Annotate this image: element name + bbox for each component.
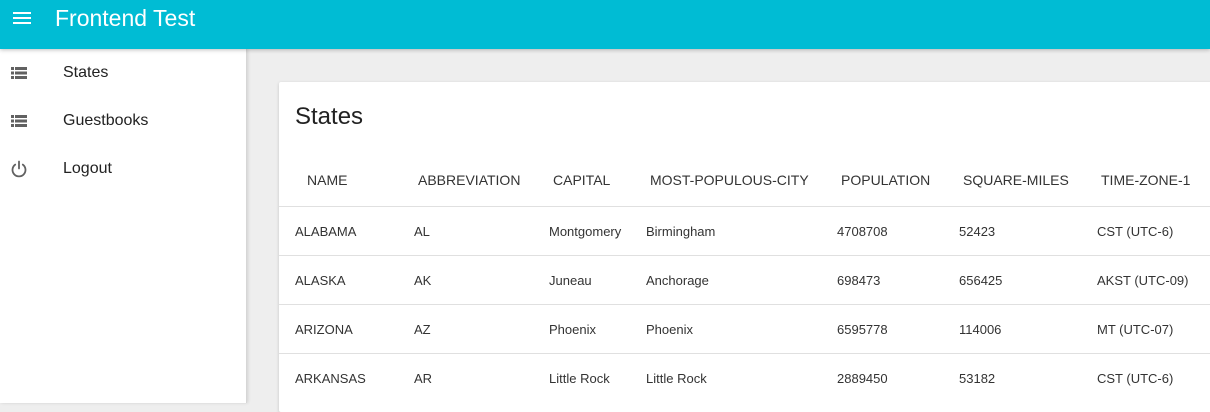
cell-capital: Phoenix <box>549 322 596 337</box>
cell-population: 4708708 <box>837 224 888 239</box>
cell-square-miles: 656425 <box>959 273 1003 288</box>
cell-name: ALABAMA <box>295 224 357 239</box>
cell-population: 698473 <box>837 273 881 288</box>
table-row[interactable]: ARKANSAS AR Little Rock Little Rock 2889… <box>279 353 1210 403</box>
cell-capital: Montgomery <box>549 224 622 239</box>
cell-most-populous-city: Phoenix <box>646 322 693 337</box>
cell-abbreviation: AL <box>414 224 430 239</box>
cell-most-populous-city: Little Rock <box>646 371 707 386</box>
cell-square-miles: 114006 <box>959 322 1002 337</box>
cell-name: ARKANSAS <box>295 371 366 386</box>
app-bar: Frontend Test <box>0 0 1210 49</box>
list-icon <box>11 67 27 79</box>
sidebar-item-label: States <box>63 64 109 81</box>
page-title: States <box>295 103 364 130</box>
column-header-name[interactable]: NAME <box>307 172 347 188</box>
cell-time-zone-1: CST (UTC-6) <box>1097 224 1174 239</box>
cell-abbreviation: AZ <box>414 322 431 337</box>
cell-abbreviation: AR <box>414 371 433 386</box>
cell-time-zone-1: MT (UTC-07) <box>1097 322 1174 337</box>
cell-name: ALASKA <box>295 273 346 288</box>
sidebar-nav: States Guestbooks Logout <box>0 49 247 403</box>
cell-most-populous-city: Birmingham <box>646 224 716 239</box>
cell-abbreviation: AK <box>414 273 432 288</box>
cell-name: ARIZONA <box>295 322 353 337</box>
table-row[interactable]: ARIZONA AZ Phoenix Phoenix 6595778 11400… <box>279 304 1210 354</box>
column-header-abbreviation[interactable]: ABBREVIATION <box>418 172 520 188</box>
sidebar-item-guestbooks[interactable]: Guestbooks <box>0 97 246 145</box>
cell-square-miles: 52423 <box>959 224 996 239</box>
column-header-population[interactable]: POPULATION <box>841 172 930 188</box>
cell-square-miles: 53182 <box>959 371 996 386</box>
cell-time-zone-1: AKST (UTC-09) <box>1097 273 1189 288</box>
cell-population: 2889450 <box>837 371 888 386</box>
column-header-square-miles[interactable]: SQUARE-MILES <box>963 172 1069 188</box>
cell-time-zone-1: CST (UTC-6) <box>1097 371 1174 386</box>
cell-capital: Juneau <box>549 273 592 288</box>
table-row[interactable]: ALASKA AK Juneau Anchorage 698473 656425… <box>279 255 1210 305</box>
list-icon <box>11 115 27 127</box>
cell-most-populous-city: Anchorage <box>646 273 709 288</box>
cell-population: 6595778 <box>837 322 888 337</box>
app-title: Frontend Test <box>55 5 196 31</box>
sidebar-item-label: Guestbooks <box>63 112 149 129</box>
sidebar-item-logout[interactable]: Logout <box>0 145 246 193</box>
states-card: States NAME ABBREVIATION CAPITAL MOST-PO… <box>279 82 1210 412</box>
cell-capital: Little Rock <box>549 371 610 386</box>
column-header-time-zone-1[interactable]: TIME-ZONE-1 <box>1101 172 1190 188</box>
menu-icon[interactable] <box>10 4 36 32</box>
column-header-most-populous-city[interactable]: MOST-POPULOUS-CITY <box>650 172 809 188</box>
sidebar-item-states[interactable]: States <box>0 49 246 97</box>
power-icon <box>11 160 27 178</box>
column-header-capital[interactable]: CAPITAL <box>553 172 610 188</box>
table-row[interactable]: ALABAMA AL Montgomery Birmingham 4708708… <box>279 206 1210 256</box>
sidebar-item-label: Logout <box>63 160 112 177</box>
